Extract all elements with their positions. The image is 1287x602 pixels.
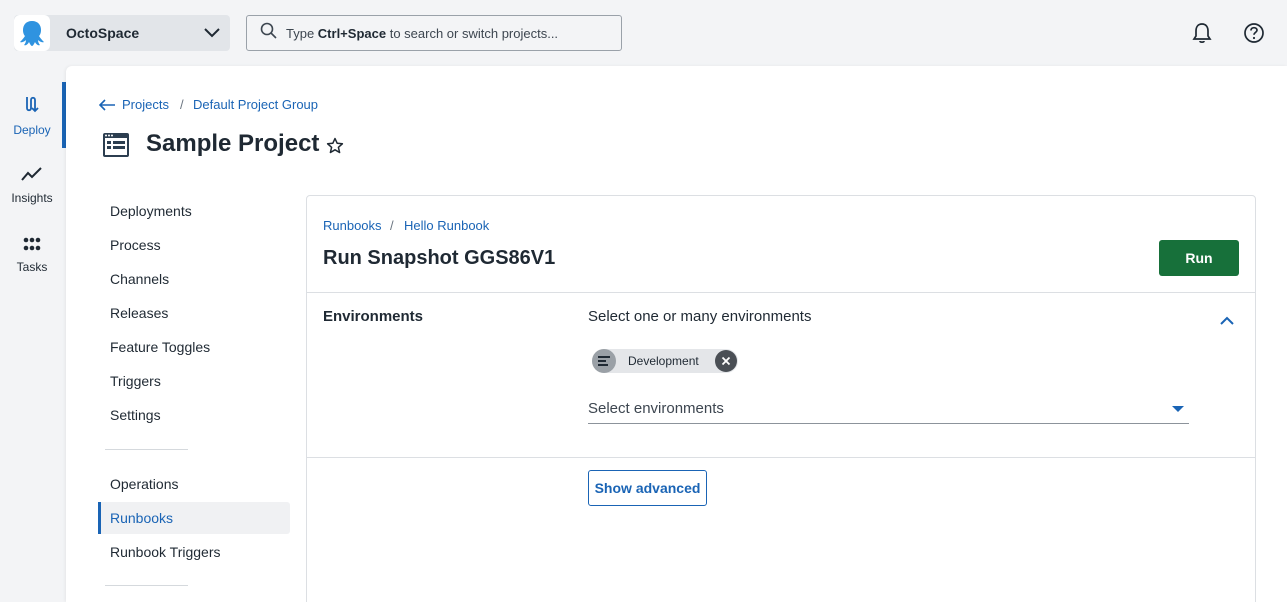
subnav-channels[interactable]: Channels	[98, 263, 290, 295]
search-icon	[260, 22, 277, 44]
subnav-operations[interactable]: Operations	[98, 468, 290, 500]
breadcrumb-separator: /	[390, 218, 394, 233]
subnav-runbooks[interactable]: Runbooks	[98, 502, 290, 534]
breadcrumb-project-group[interactable]: Default Project Group	[193, 97, 318, 112]
breadcrumb-runbooks[interactable]: Runbooks	[323, 218, 382, 233]
nav-label: Insights	[11, 190, 53, 205]
chevron-down-icon	[194, 28, 230, 38]
nav-label: Deploy	[13, 122, 51, 137]
breadcrumb-projects[interactable]: Projects	[122, 97, 169, 112]
space-switcher[interactable]: OctoSpace	[14, 15, 230, 51]
main-panel: Projects / Default Project Group Sample …	[66, 66, 1287, 602]
breadcrumb-runbook-name[interactable]: Hello Runbook	[404, 218, 489, 233]
project-logo-icon	[102, 132, 130, 163]
run-button[interactable]: Run	[1159, 240, 1239, 276]
left-navigation: Deploy Insights Tasks	[0, 66, 64, 602]
dropdown-arrow-icon	[1172, 400, 1184, 418]
section-divider	[307, 457, 1255, 458]
subnav-process[interactable]: Process	[98, 229, 290, 261]
environment-select[interactable]: Select environments	[588, 394, 1189, 424]
project-title: Sample Project	[146, 130, 320, 157]
environments-label: Environments	[323, 308, 424, 325]
environment-select-placeholder: Select environments	[588, 400, 724, 417]
tasks-icon	[23, 237, 41, 256]
insights-icon	[21, 166, 43, 187]
section-divider	[307, 292, 1255, 293]
space-name: OctoSpace	[66, 25, 140, 41]
search-placeholder: Type Ctrl+Space to search or switch proj…	[286, 25, 559, 41]
nav-item-deploy[interactable]: Deploy	[0, 82, 64, 148]
run-runbook-card: Runbooks / Hello Runbook Run Snapshot GG…	[306, 195, 1256, 602]
top-bar: OctoSpace Type Ctrl+Space to search or s…	[0, 0, 1287, 66]
subnav-divider	[105, 449, 188, 450]
subnav-feature-toggles[interactable]: Feature Toggles	[98, 331, 290, 363]
environment-icon	[592, 349, 616, 373]
favorite-star-icon[interactable]	[326, 137, 344, 160]
nav-item-insights[interactable]: Insights	[0, 152, 64, 218]
chevron-up-icon[interactable]	[1215, 308, 1239, 332]
deploy-icon	[22, 94, 42, 119]
project-search-input[interactable]: Type Ctrl+Space to search or switch proj…	[246, 15, 622, 51]
help-icon[interactable]	[1242, 21, 1266, 45]
subnav-releases[interactable]: Releases	[98, 297, 290, 329]
environment-chip: Development	[592, 349, 738, 373]
octopus-logo-icon	[14, 15, 50, 51]
environments-heading: Select one or many environments	[588, 308, 812, 325]
subnav-settings[interactable]: Settings	[98, 399, 290, 431]
environment-chip-label: Development	[628, 354, 699, 368]
nav-item-tasks[interactable]: Tasks	[0, 222, 64, 288]
subnav-deployments[interactable]: Deployments	[98, 195, 290, 227]
show-advanced-button[interactable]: Show advanced	[588, 470, 707, 506]
run-snapshot-title: Run Snapshot GGS86V1	[323, 247, 556, 269]
notifications-bell-icon[interactable]	[1190, 21, 1214, 45]
remove-chip-icon[interactable]	[715, 350, 737, 372]
nav-label: Tasks	[16, 259, 48, 274]
back-arrow-icon[interactable]	[98, 98, 116, 116]
subnav-runbook-triggers[interactable]: Runbook Triggers	[98, 536, 290, 568]
subnav-divider	[105, 585, 188, 586]
subnav-triggers[interactable]: Triggers	[98, 365, 290, 397]
breadcrumb-separator: /	[180, 97, 184, 112]
